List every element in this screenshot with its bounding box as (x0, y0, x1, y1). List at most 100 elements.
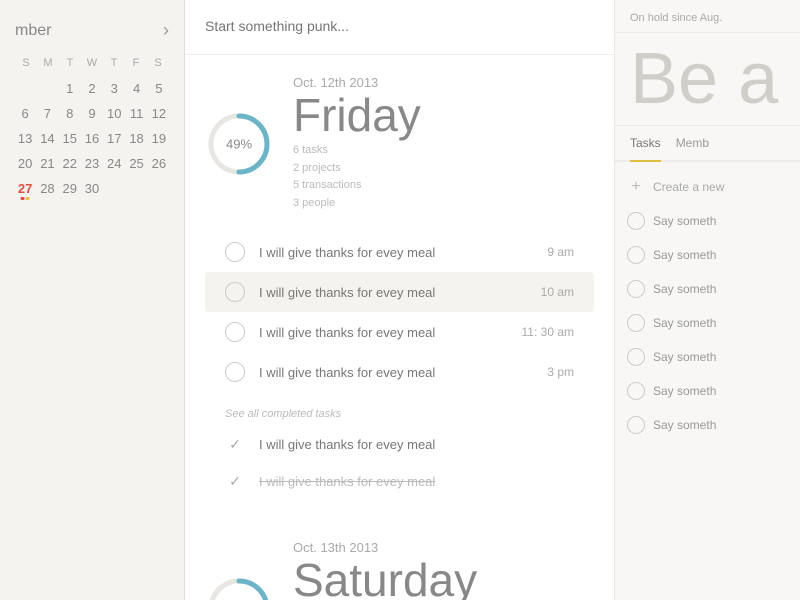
right-tabs: Tasks Memb (615, 126, 800, 162)
calendar-day-header: T (103, 55, 125, 71)
calendar-day[interactable]: 15 (60, 127, 80, 150)
completed-task-text: I will give thanks for evey meal (259, 437, 574, 452)
calendar-grid: SMTWTFS 12345678910111213141516171819202… (15, 55, 169, 200)
task-time: 11: 30 am (522, 325, 574, 339)
search-input[interactable] (205, 18, 594, 34)
completed-task-item[interactable]: ✓ I will give thanks for evey meal (205, 426, 594, 463)
friday-stats: 6 tasks 2 projects 5 transactions 3 peop… (293, 142, 594, 212)
calendar-day[interactable]: 16 (82, 127, 102, 150)
checkmark-icon: ✓ (225, 473, 245, 490)
friday-people-stat: 3 people (293, 197, 335, 209)
search-bar[interactable] (185, 0, 614, 55)
calendar-day-header: S (15, 55, 37, 71)
calendar-day[interactable]: 5 (149, 77, 169, 100)
friday-name: Friday (293, 92, 594, 138)
task-item[interactable]: I will give thanks for evey meal 11: 30 … (205, 312, 594, 352)
calendar-day[interactable]: 17 (104, 127, 124, 150)
completed-task-list: ✓ I will give thanks for evey meal ✓ I w… (205, 426, 594, 500)
friday-section: 49% Oct. 12th 2013 Friday 6 tasks 2 proj… (185, 55, 614, 520)
calendar-day[interactable]: 1 (60, 77, 80, 100)
calendar-day (104, 177, 124, 200)
calendar-day[interactable]: 27 (15, 177, 35, 200)
calendar-day[interactable]: 23 (82, 152, 102, 175)
completed-task-item[interactable]: ✓ I will give thanks for evey meal (205, 463, 594, 500)
task-checkbox[interactable] (225, 282, 245, 302)
task-text: I will give thanks for evey meal (259, 285, 541, 300)
right-task-item[interactable]: Say someth (615, 306, 800, 340)
right-task-item[interactable]: Say someth (615, 374, 800, 408)
friday-header: 49% Oct. 12th 2013 Friday 6 tasks 2 proj… (205, 75, 594, 212)
calendar-day[interactable]: 7 (37, 102, 57, 125)
on-hold-label: On hold since Aug. (615, 0, 800, 33)
friday-task-list: I will give thanks for evey meal 9 am I … (205, 232, 594, 392)
task-text: I will give thanks for evey meal (259, 365, 547, 380)
right-task-checkbox[interactable] (627, 382, 645, 400)
calendar-day[interactable]: 20 (15, 152, 35, 175)
calendar-day[interactable]: 30 (82, 177, 102, 200)
calendar-day[interactable]: 12 (149, 102, 169, 125)
friday-tasks-stat: 6 tasks (293, 144, 328, 156)
right-task-item[interactable]: Say someth (615, 408, 800, 442)
calendar-day[interactable]: 6 (15, 102, 35, 125)
calendar-day[interactable]: 26 (149, 152, 169, 175)
task-item[interactable]: I will give thanks for evey meal 9 am (205, 232, 594, 272)
calendar-day[interactable]: 11 (126, 102, 146, 125)
right-task-checkbox[interactable] (627, 212, 645, 230)
calendar-day[interactable]: 14 (37, 127, 57, 150)
calendar-day[interactable]: 4 (126, 77, 146, 100)
calendar-day[interactable]: 18 (126, 127, 146, 150)
calendar-day-header: M (37, 55, 59, 71)
calendar-day[interactable]: 2 (82, 77, 102, 100)
completed-header: See all completed tasks (205, 402, 594, 426)
calendar-day[interactable]: 19 (149, 127, 169, 150)
calendar-day[interactable]: 25 (126, 152, 146, 175)
calendar-day (149, 177, 169, 200)
right-task-checkbox[interactable] (627, 416, 645, 434)
right-task-checkbox[interactable] (627, 246, 645, 264)
task-checkbox[interactable] (225, 242, 245, 262)
right-task-checkbox[interactable] (627, 348, 645, 366)
right-task-item[interactable]: Say someth (615, 340, 800, 374)
calendar-day[interactable]: 10 (104, 102, 124, 125)
right-task-item[interactable]: Say someth (615, 272, 800, 306)
task-item[interactable]: I will give thanks for evey meal 10 am (205, 272, 594, 312)
calendar-day[interactable]: 13 (15, 127, 35, 150)
task-item[interactable]: I will give thanks for evey meal 3 pm (205, 352, 594, 392)
calendar-day[interactable]: 8 (60, 102, 80, 125)
saturday-header: 49% Oct. 13th 2013 Saturday 6 tasks 2 pr… (205, 540, 594, 600)
task-list-panel: 49% Oct. 12th 2013 Friday 6 tasks 2 proj… (185, 0, 615, 600)
right-task-item[interactable]: Say someth (615, 238, 800, 272)
right-task-text: Say someth (653, 214, 716, 228)
completed-task-text: I will give thanks for evey meal (259, 474, 574, 489)
friday-info: Oct. 12th 2013 Friday 6 tasks 2 projects… (293, 75, 594, 212)
right-tasks-container: Say someth Say someth Say someth Say som… (615, 204, 800, 442)
saturday-info: Oct. 13th 2013 Saturday 6 tasks 2 projec… (293, 540, 594, 600)
calendar-day[interactable]: 3 (104, 77, 124, 100)
right-task-text: Say someth (653, 384, 716, 398)
right-task-item[interactable]: Say someth (615, 204, 800, 238)
calendar-day (15, 77, 35, 100)
calendar-day[interactable]: 29 (60, 177, 80, 200)
friday-projects-stat: 2 projects (293, 162, 341, 174)
calendar-day[interactable]: 24 (104, 152, 124, 175)
calendar-day[interactable]: 9 (82, 102, 102, 125)
right-task-checkbox[interactable] (627, 314, 645, 332)
calendar-day[interactable]: 21 (37, 152, 57, 175)
friday-date: Oct. 12th 2013 (293, 75, 594, 90)
task-checkbox[interactable] (225, 362, 245, 382)
right-task-checkbox[interactable] (627, 280, 645, 298)
calendar-day-headers: SMTWTFS (15, 55, 169, 71)
saturday-progress-circle: 49% (205, 575, 273, 600)
tab-tasks[interactable]: Tasks (630, 126, 661, 160)
task-checkbox[interactable] (225, 322, 245, 342)
calendar-day-header: S (147, 55, 169, 71)
calendar-next-button[interactable]: › (163, 20, 169, 41)
tab-members[interactable]: Memb (676, 126, 709, 160)
calendar-day[interactable]: 28 (37, 177, 57, 200)
create-new-item[interactable]: + Create a new (615, 170, 800, 204)
calendar-day[interactable]: 22 (60, 152, 80, 175)
calendar-day-header: W (81, 55, 103, 71)
right-task-list: + Create a new Say someth Say someth Say… (615, 162, 800, 450)
calendar-day-header: F (125, 55, 147, 71)
friday-transactions-stat: 5 transactions (293, 179, 361, 191)
